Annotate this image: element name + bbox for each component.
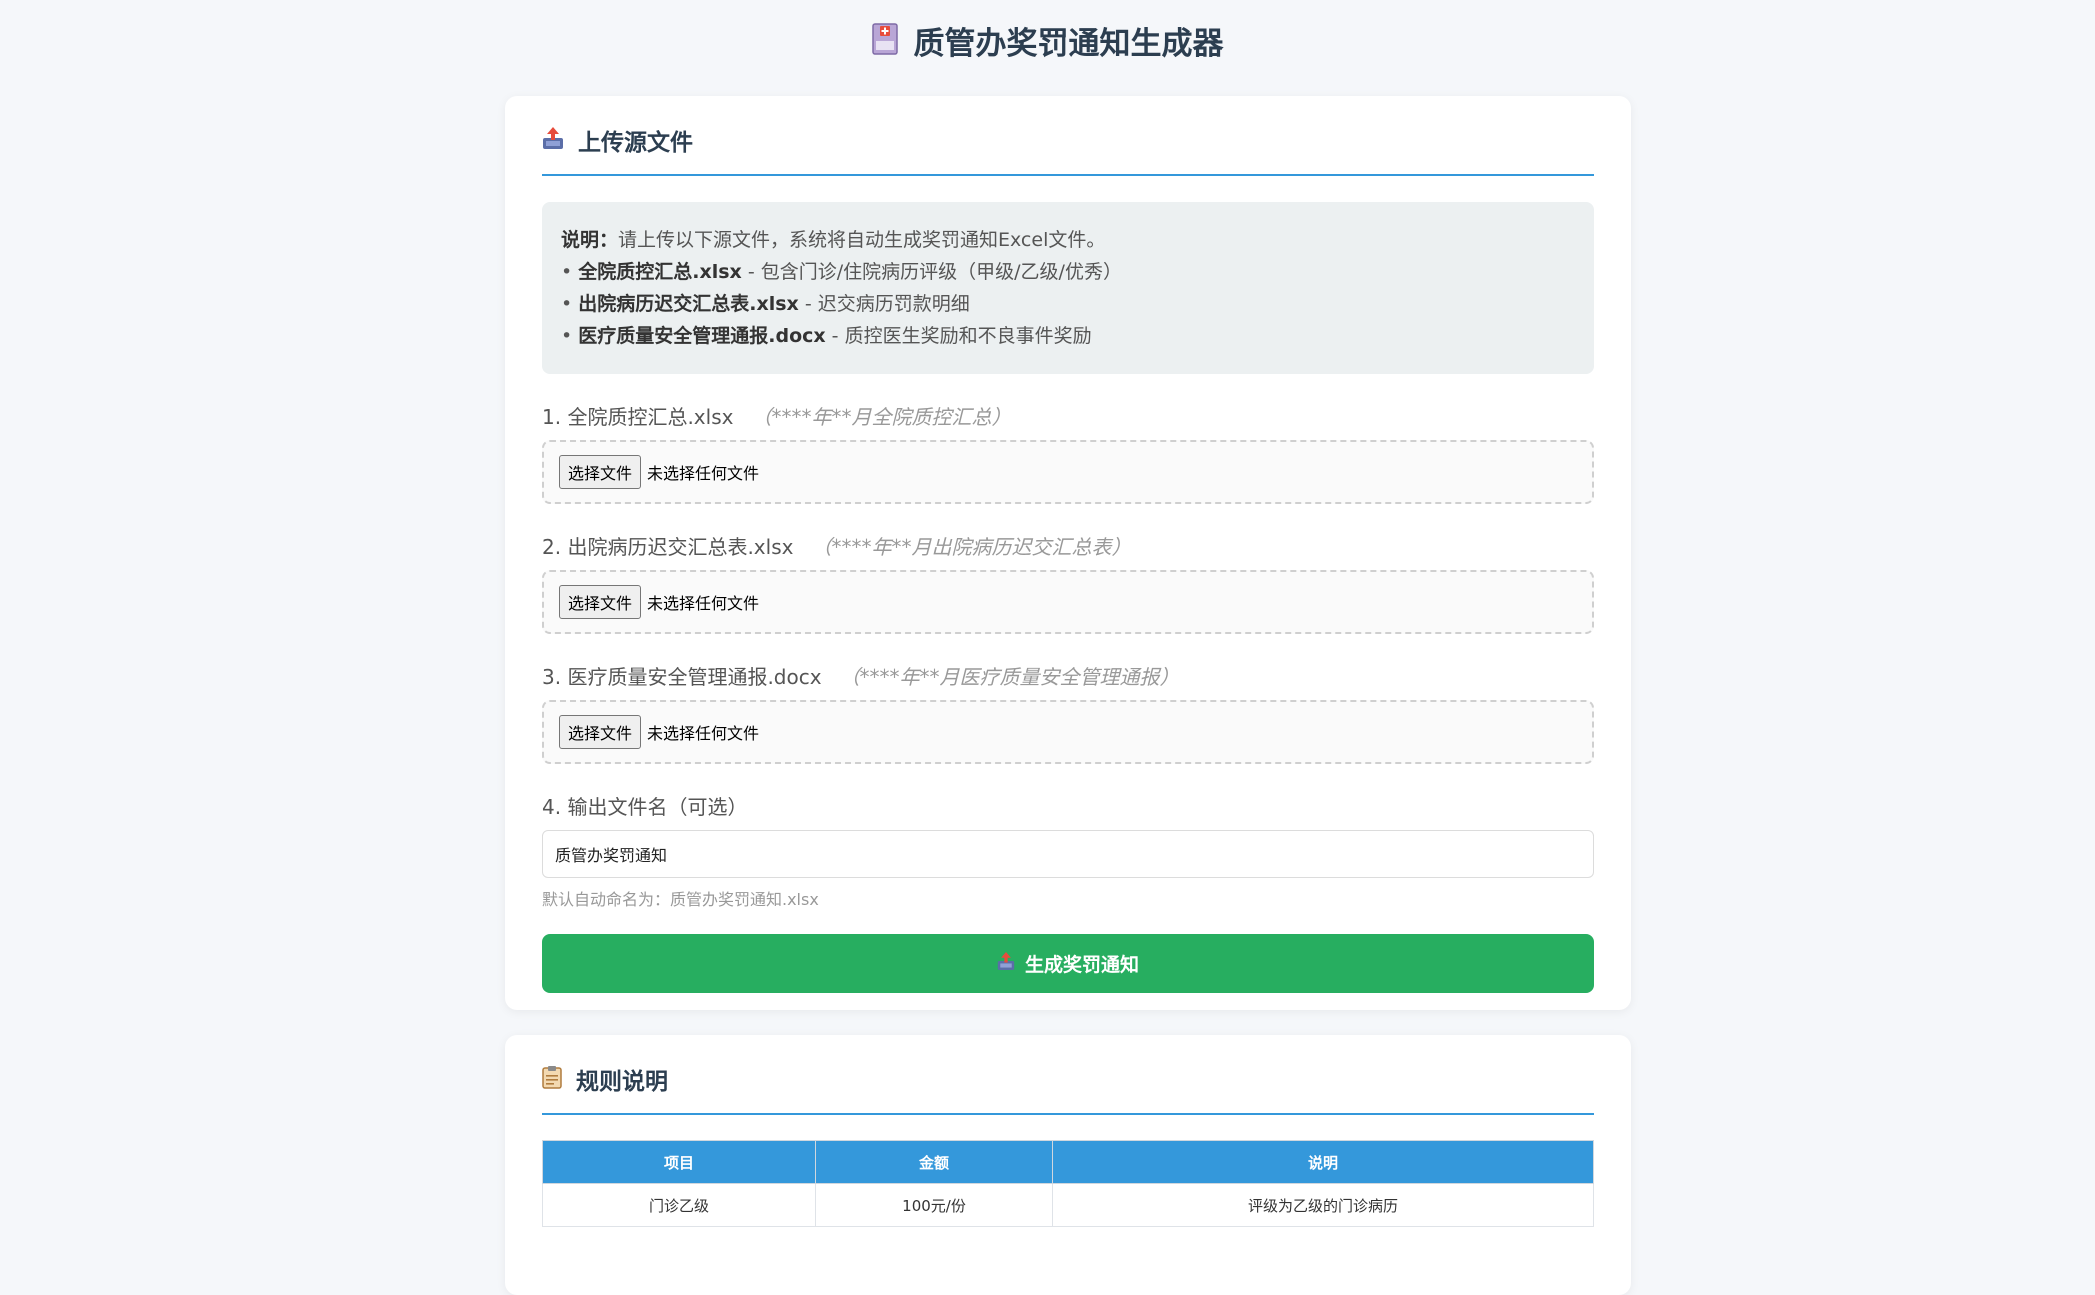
instructions-box: 说明：请上传以下源文件，系统将自动生成奖罚通知Excel文件。 • 全院质控汇总…	[542, 202, 1594, 374]
generate-button-label: 生成奖罚通知	[1024, 954, 1139, 976]
file-3-choose-button[interactable]: 选择文件	[559, 715, 642, 749]
upload-card: 上传源文件 说明：请上传以下源文件，系统将自动生成奖罚通知Excel文件。 • …	[505, 96, 1631, 1010]
page-header: 质管办奖罚通知生成器	[0, 18, 2095, 63]
file-1-label: 1. 全院质控汇总.xlsx （****年**月全院质控汇总）	[542, 400, 1594, 430]
table-cell: 门诊乙级	[542, 1183, 816, 1227]
instruction-file-desc: - 质控医生奖励和不良事件奖励	[825, 325, 1092, 347]
instruction-item: • 医疗质量安全管理通报.docx - 质控医生奖励和不良事件奖励	[561, 325, 1092, 347]
instruction-file-name: 全院质控汇总.xlsx	[578, 261, 742, 283]
file-2-status: 未选择任何文件	[647, 594, 760, 613]
instruction-file-name: 出院病历迟交汇总表.xlsx	[578, 293, 799, 315]
table-row: 门诊乙级 100元/份 评级为乙级的门诊病历	[542, 1183, 1594, 1227]
column-header: 金额	[815, 1140, 1053, 1184]
rules-table: 项目 金额 说明 门诊乙级 100元/份 评级为乙级的门诊病历	[542, 1140, 1594, 1227]
file-2-choose-button[interactable]: 选择文件	[559, 585, 642, 619]
instructions-intro: 说明：请上传以下源文件，系统将自动生成奖罚通知Excel文件。	[561, 224, 1575, 256]
table-cell: 100元/份	[815, 1183, 1053, 1227]
output-name-input[interactable]	[542, 830, 1594, 878]
file-3-dropzone[interactable]: 选择文件 未选择任何文件	[542, 700, 1594, 764]
output-name-help: 默认自动命名为：质管办奖罚通知.xlsx	[542, 890, 819, 909]
file-2-label: 2. 出院病历迟交汇总表.xlsx （****年**月出院病历迟交汇总表）	[542, 530, 1594, 560]
medical-report-icon	[871, 22, 898, 59]
file-3-hint: （****年**月医疗质量安全管理通报）	[839, 664, 1180, 689]
file-1-choose-button[interactable]: 选择文件	[559, 455, 642, 489]
file-2-hint: （****年**月出院病历迟交汇总表）	[811, 534, 1132, 559]
column-header: 项目	[542, 1140, 816, 1184]
rules-section-header: 规则说明	[542, 1035, 1594, 1115]
file-3-label-text: 3. 医疗质量安全管理通报.docx	[542, 664, 822, 689]
file-1-status: 未选择任何文件	[647, 464, 760, 483]
file-1-dropzone[interactable]: 选择文件 未选择任何文件	[542, 440, 1594, 504]
upload-tray-icon	[997, 951, 1015, 976]
instructions-text: 请上传以下源文件，系统将自动生成奖罚通知Excel文件。	[618, 229, 1106, 251]
column-header: 说明	[1052, 1140, 1594, 1184]
instructions-lead: 说明：	[561, 229, 619, 251]
clipboard-icon	[542, 1065, 562, 1093]
file-3-status: 未选择任何文件	[647, 724, 760, 743]
page-title: 质管办奖罚通知生成器	[913, 26, 1224, 62]
upload-tray-icon	[542, 126, 564, 154]
output-name-label: 4. 输出文件名（可选）	[542, 794, 748, 819]
file-3-label: 3. 医疗质量安全管理通报.docx （****年**月医疗质量安全管理通报）	[542, 660, 1594, 690]
instruction-file-name: 医疗质量安全管理通报.docx	[578, 325, 826, 347]
rules-table-header: 项目 金额 说明	[542, 1140, 1594, 1184]
instruction-file-desc: - 迟交病历罚款明细	[798, 293, 970, 315]
instruction-item: • 出院病历迟交汇总表.xlsx - 迟交病历罚款明细	[561, 293, 970, 315]
upload-section-title: 上传源文件	[578, 130, 693, 156]
upload-section-header: 上传源文件	[542, 96, 1594, 176]
file-2-label-text: 2. 出院病历迟交汇总表.xlsx	[542, 534, 794, 559]
generate-button[interactable]: 生成奖罚通知	[542, 934, 1594, 993]
file-1-hint: （****年**月全院质控汇总）	[751, 404, 1012, 429]
rules-section-title: 规则说明	[576, 1069, 668, 1095]
instruction-item: • 全院质控汇总.xlsx - 包含门诊/住院病历评级（甲级/乙级/优秀）	[561, 261, 1122, 283]
instruction-file-desc: - 包含门诊/住院病历评级（甲级/乙级/优秀）	[741, 261, 1122, 283]
file-1-label-text: 1. 全院质控汇总.xlsx	[542, 404, 734, 429]
table-cell: 评级为乙级的门诊病历	[1052, 1183, 1594, 1227]
file-2-dropzone[interactable]: 选择文件 未选择任何文件	[542, 570, 1594, 634]
rules-card: 规则说明 项目 金额 说明 门诊乙级 100元/份 评级为乙级的门诊病历	[505, 1035, 1631, 1295]
